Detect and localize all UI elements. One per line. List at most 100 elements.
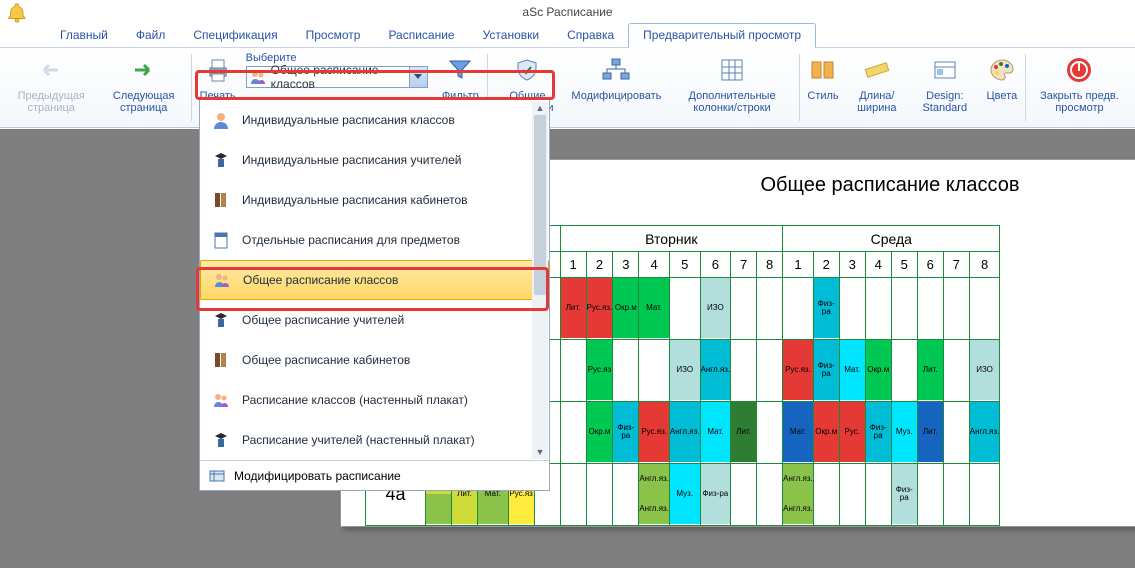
- timetable-cell: Физ-ра: [813, 340, 839, 402]
- timetable-cell: Муз.: [891, 402, 917, 464]
- timetable-cell: [560, 464, 586, 526]
- dd-item-label: Общее расписание классов: [243, 273, 398, 287]
- dd-item-label: Индивидуальные расписания кабинетов: [242, 193, 468, 207]
- dropdown-item-2[interactable]: Индивидуальные расписания кабинетов: [200, 180, 549, 220]
- dd-item-icon: [210, 189, 232, 211]
- timetable-cell: Мат.: [639, 278, 670, 340]
- lesson-block: Англ.яз.: [783, 464, 813, 494]
- timetable-cell: Рус.яз.: [783, 340, 814, 402]
- tab-6[interactable]: Справка: [553, 24, 628, 47]
- dd-item-icon: [211, 269, 233, 291]
- dd-item-label: Индивидуальные расписания учителей: [242, 153, 461, 167]
- design-button[interactable]: Design: Standard: [909, 50, 981, 125]
- close-preview-button[interactable]: Закрыть предв. просмотр: [1028, 50, 1131, 125]
- extra-cols-button[interactable]: Дополнительные колонки/строки: [667, 50, 796, 125]
- dropdown-item-7[interactable]: Расписание классов (настенный плакат): [200, 380, 549, 420]
- orgchart-icon: [601, 57, 631, 83]
- dropdown-item-5[interactable]: Общее расписание учителей: [200, 300, 549, 340]
- timetable-cell: Лит.: [917, 340, 943, 402]
- timetable-cell: Мат.: [783, 402, 814, 464]
- modify-icon: [208, 465, 226, 486]
- lesson-block: Окр.м: [866, 340, 891, 400]
- tab-0[interactable]: Главный: [46, 24, 122, 47]
- lesson-block: Англ.яз.: [783, 494, 813, 524]
- timetable-cell: [560, 340, 586, 402]
- power-icon: [1065, 56, 1093, 84]
- timetable-cell: Окр.м: [813, 402, 839, 464]
- timetable-cell: Лит.: [560, 278, 586, 340]
- schedule-type-dropdown[interactable]: Индивидуальные расписания классов Индивид…: [199, 99, 550, 491]
- lesson-block: Англ.яз.: [670, 402, 700, 462]
- lesson-block: Мат.: [639, 278, 669, 338]
- timetable-cell: ИЗО: [700, 278, 731, 340]
- timetable-cell: [891, 278, 917, 340]
- timetable-cell: [757, 402, 783, 464]
- timetable-cell: [865, 464, 891, 526]
- dropdown-scrollbar[interactable]: ▲ ▼: [532, 101, 548, 459]
- period-header: 7: [731, 252, 757, 278]
- lesson-block: Физ-ра: [892, 464, 917, 524]
- lesson-block: Окр.м: [587, 402, 613, 462]
- timetable-cell: Мат.: [700, 402, 731, 464]
- modify-button[interactable]: Модифицировать: [565, 50, 667, 125]
- lesson-block: Физ-ра: [613, 402, 638, 462]
- tab-5[interactable]: Установки: [469, 24, 553, 47]
- timetable-cell: [783, 278, 814, 340]
- schedule-type-combo[interactable]: Общее расписание классов: [246, 66, 428, 88]
- timetable-cell: [613, 464, 639, 526]
- tab-3[interactable]: Просмотр: [292, 24, 375, 47]
- timetable-cell: [757, 340, 783, 402]
- tab-2[interactable]: Спецификация: [179, 24, 291, 47]
- lesson-block: Рус.яз.: [639, 402, 669, 462]
- lesson-block: Лит.: [918, 340, 943, 400]
- period-header: 2: [586, 252, 613, 278]
- modify-schedule-footer[interactable]: Модифицировать расписание: [200, 460, 549, 490]
- timetable-cell: [731, 464, 757, 526]
- prev-page-button: Предыдущая страница: [4, 50, 98, 125]
- period-header: 3: [613, 252, 639, 278]
- dd-item-icon: [210, 109, 232, 131]
- lesson-block: Англ.яз.: [639, 494, 669, 524]
- tab-4[interactable]: Расписание: [374, 24, 468, 47]
- lesson-block: Окр.м: [814, 402, 839, 462]
- lesson-block: ИЗО: [670, 340, 700, 400]
- timetable-cell: Рус.: [839, 402, 865, 464]
- period-header: 1: [783, 252, 814, 278]
- period-header: 6: [700, 252, 731, 278]
- period-header: 1: [560, 252, 586, 278]
- timetable-cell: [943, 464, 969, 526]
- timetable-cell: [943, 278, 969, 340]
- timetable-cell: [560, 402, 586, 464]
- timetable-cell: ИЗО: [669, 340, 700, 402]
- colors-button[interactable]: Цвета: [981, 50, 1024, 125]
- title-bar: aSc Расписание: [0, 0, 1135, 24]
- dd-item-label: Расписание классов (настенный плакат): [242, 393, 468, 407]
- period-header: 8: [969, 252, 1000, 278]
- timetable-cell: [613, 340, 639, 402]
- dropdown-item-3[interactable]: Отдельные расписания для предметов: [200, 220, 549, 260]
- dd-item-label: Расписание учителей (настенный плакат): [242, 433, 475, 447]
- dd-item-label: Общее расписание учителей: [242, 313, 404, 327]
- timetable-cell: Лит.: [917, 402, 943, 464]
- dropdown-item-1[interactable]: Индивидуальные расписания учителей: [200, 140, 549, 180]
- lesson-block: Окр.м: [613, 278, 638, 338]
- timetable-cell: Англ.яз.: [669, 402, 700, 464]
- lesson-block: ИЗО: [970, 340, 1000, 400]
- dropdown-item-6[interactable]: Общее расписание кабинетов: [200, 340, 549, 380]
- dd-item-icon: [210, 229, 232, 251]
- dropdown-item-8[interactable]: Расписание учителей (настенный плакат): [200, 420, 549, 460]
- timetable-cell: Англ.яз.: [700, 340, 731, 402]
- lesson-block: Физ-ра: [866, 402, 891, 462]
- chevron-down-icon[interactable]: [409, 67, 427, 87]
- period-header: 7: [943, 252, 969, 278]
- size-button[interactable]: Длина/ширина: [845, 50, 909, 125]
- tab-1[interactable]: Файл: [122, 24, 180, 47]
- style-button[interactable]: Стиль: [801, 50, 844, 125]
- next-page-button[interactable]: Следующая страница: [98, 50, 188, 125]
- dropdown-item-0[interactable]: Индивидуальные расписания классов: [200, 100, 549, 140]
- timetable-cell: [669, 278, 700, 340]
- dropdown-item-4[interactable]: Общее расписание классов: [200, 260, 549, 300]
- tab-7[interactable]: Предварительный просмотр: [628, 23, 816, 48]
- timetable-cell: [839, 278, 865, 340]
- timetable-cell: [813, 464, 839, 526]
